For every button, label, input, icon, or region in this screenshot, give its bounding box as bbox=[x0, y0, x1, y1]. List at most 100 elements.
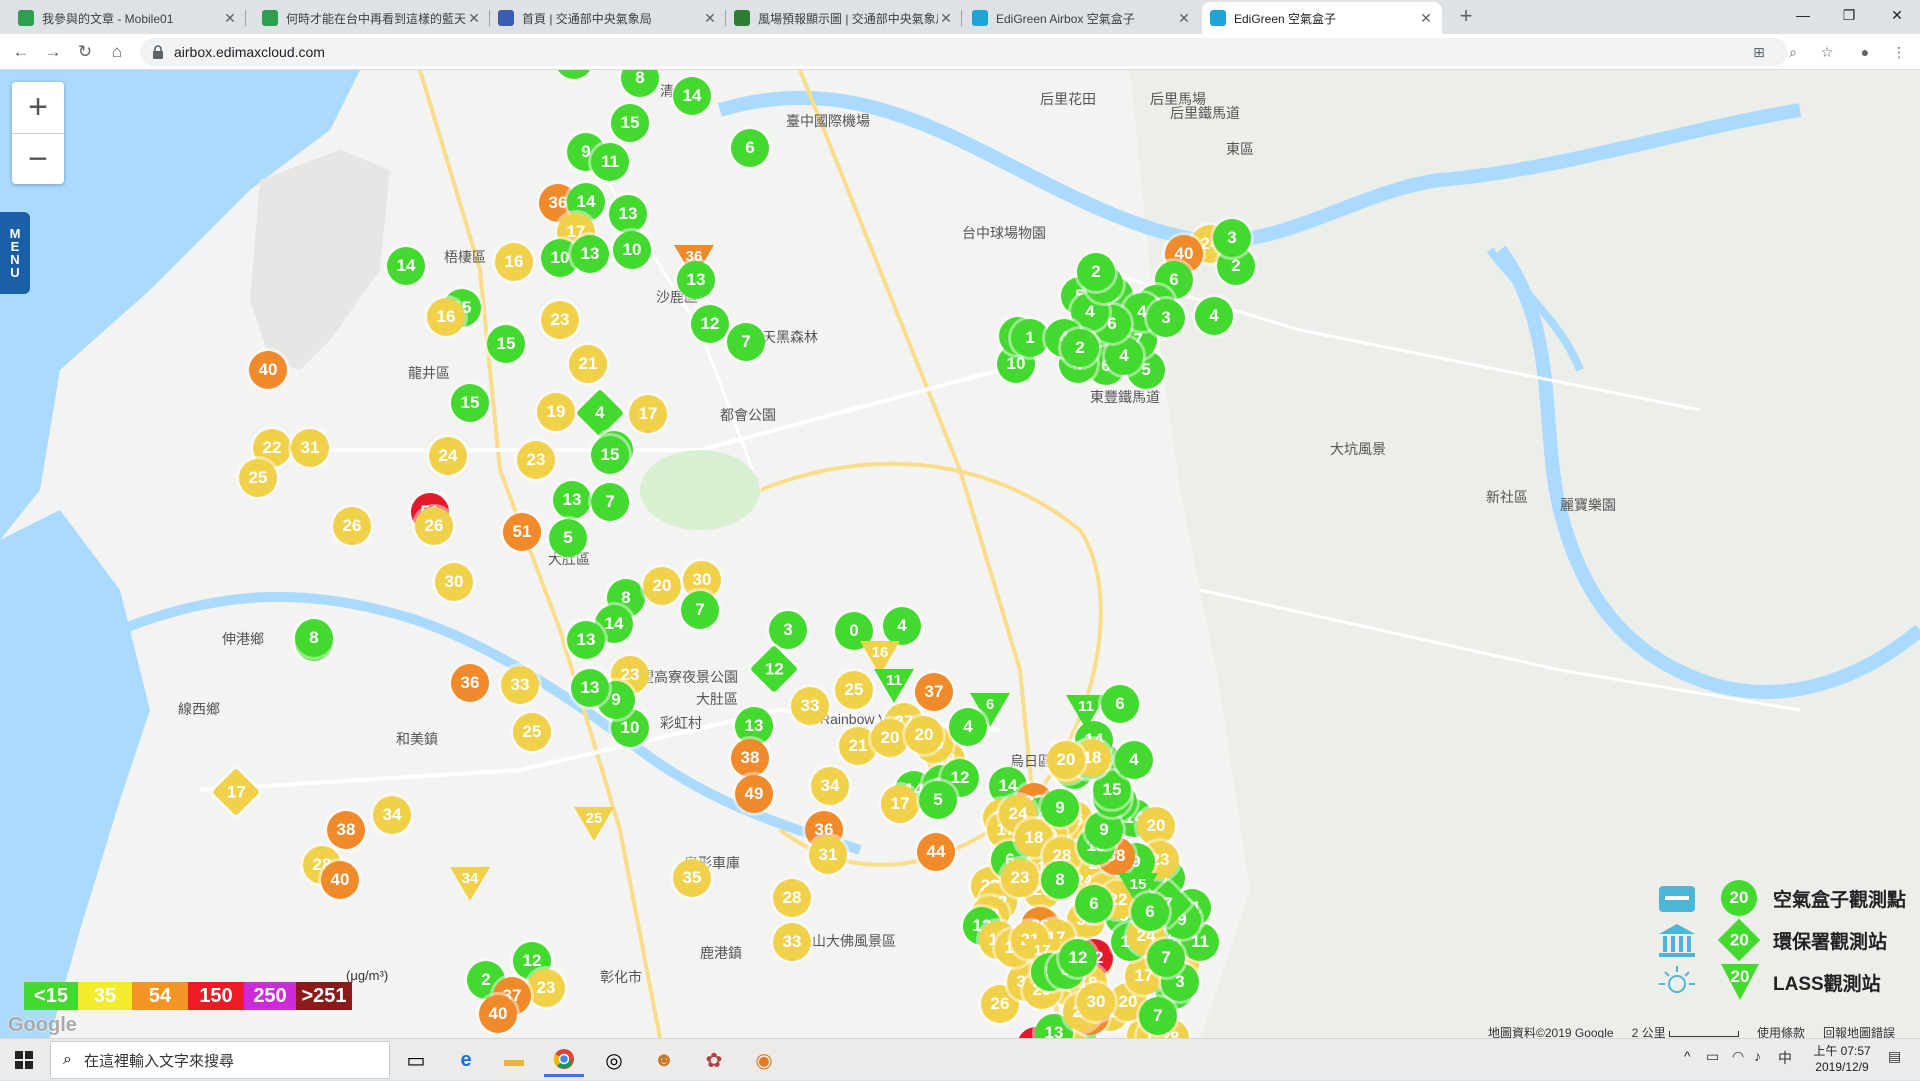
airbox-marker[interactable]: 13 bbox=[567, 621, 605, 659]
volume-icon[interactable]: ♪ bbox=[1754, 1048, 1761, 1064]
reload-icon[interactable]: ↻ bbox=[72, 39, 98, 65]
airbox-marker[interactable]: 20 bbox=[871, 719, 909, 757]
airbox-marker[interactable]: 6 bbox=[1075, 885, 1113, 923]
airbox-marker[interactable]: 9 bbox=[1041, 789, 1079, 827]
airbox-marker[interactable]: 13 bbox=[571, 235, 609, 273]
airbox-marker[interactable]: 20 bbox=[643, 567, 681, 605]
airbox-marker[interactable]: 7 bbox=[1139, 997, 1177, 1035]
airbox-marker[interactable]: 4 bbox=[1195, 297, 1233, 335]
airbox-marker[interactable]: 7 bbox=[727, 323, 765, 361]
airbox-marker[interactable]: 15 bbox=[611, 104, 649, 142]
network-icon[interactable]: ◠ bbox=[1732, 1048, 1744, 1065]
window-minimize-button[interactable]: — bbox=[1780, 0, 1826, 30]
tab-close-icon[interactable]: ✕ bbox=[466, 10, 482, 27]
back-arrow-icon[interactable]: ← bbox=[8, 39, 34, 65]
airbox-marker[interactable]: 5 bbox=[919, 781, 957, 819]
chrome-icon[interactable] bbox=[544, 1043, 584, 1077]
airbox-marker[interactable]: 7 bbox=[591, 483, 629, 521]
airbox-marker[interactable]: 26 bbox=[415, 507, 453, 545]
airbox-marker[interactable]: 8 bbox=[295, 619, 333, 657]
taskbar-search[interactable]: ⌕ 在這裡輸入文字來搜尋 bbox=[50, 1041, 390, 1079]
airbox-marker[interactable]: 38 bbox=[327, 811, 365, 849]
edge-browser-icon[interactable]: e bbox=[446, 1043, 486, 1077]
airbox-marker[interactable]: 40 bbox=[321, 861, 359, 899]
airbox-marker[interactable]: 14 bbox=[673, 77, 711, 115]
airbox-marker[interactable]: 20 bbox=[1137, 807, 1175, 845]
airbox-marker[interactable]: 25 bbox=[513, 713, 551, 751]
airbox-marker[interactable]: 23 bbox=[517, 441, 555, 479]
airbox-marker[interactable]: 40 bbox=[479, 995, 517, 1033]
zoom-magnifier-icon[interactable]: ⌕ bbox=[1780, 39, 1806, 65]
terms-link[interactable]: 使用條款 bbox=[1757, 1024, 1805, 1038]
airbox-marker[interactable]: 8 bbox=[1041, 861, 1079, 899]
browser-tab[interactable]: EdiGreen Airbox 空氣盒子 ✕ bbox=[964, 2, 1200, 34]
airbox-marker[interactable]: 30 bbox=[1077, 983, 1115, 1021]
airbox-marker[interactable]: 13 bbox=[571, 669, 609, 707]
airbox-marker[interactable]: 19 bbox=[537, 393, 575, 431]
airbox-marker[interactable]: 15 bbox=[487, 325, 525, 363]
airbox-marker[interactable]: 31 bbox=[809, 836, 847, 874]
home-icon[interactable]: ⌂ bbox=[104, 39, 130, 65]
airbox-marker[interactable]: 15 bbox=[451, 384, 489, 422]
airbox-marker[interactable]: 51 bbox=[503, 513, 541, 551]
ime-indicator[interactable]: 中 bbox=[1778, 1048, 1792, 1068]
airbox-marker[interactable]: 2 bbox=[1061, 329, 1099, 367]
browser-tab[interactable]: 風場預報顯示圖 | 交通部中央氣象局 ✕ bbox=[726, 2, 962, 34]
airbox-marker[interactable]: 31 bbox=[291, 429, 329, 467]
airbox-marker[interactable]: 49 bbox=[735, 775, 773, 813]
airbox-marker[interactable]: 7 bbox=[681, 591, 719, 629]
browser-menu-icon[interactable]: ⋮ bbox=[1886, 39, 1912, 65]
airbox-marker[interactable]: 20 bbox=[1047, 741, 1085, 779]
airbox-marker[interactable]: 20 bbox=[905, 716, 943, 754]
airbox-marker[interactable]: 26 bbox=[333, 507, 371, 545]
airbox-marker[interactable]: 23 bbox=[527, 969, 565, 1007]
task-view-icon[interactable]: ▭ bbox=[396, 1043, 436, 1077]
airbox-marker[interactable]: 4 bbox=[883, 607, 921, 645]
airbox-marker[interactable]: 1 bbox=[1011, 319, 1049, 357]
airbox-marker[interactable]: 35 bbox=[673, 859, 711, 897]
file-explorer-icon[interactable]: ▬ bbox=[494, 1043, 534, 1077]
browser-tab[interactable]: 何時才能在台中再看到這樣的藍天 ✕ bbox=[254, 2, 490, 34]
window-close-button[interactable]: ✕ bbox=[1874, 0, 1920, 30]
airbox-marker[interactable]: 4 bbox=[1115, 741, 1153, 779]
airbox-marker[interactable]: 3 bbox=[1147, 299, 1185, 337]
airbox-marker[interactable]: 10 bbox=[613, 231, 651, 269]
system-clock[interactable]: 上午 07:57 2019/12/9 bbox=[1802, 1043, 1882, 1075]
airbox-marker[interactable]: 3 bbox=[1213, 219, 1251, 257]
notification-icon[interactable]: ▤ bbox=[1888, 1048, 1901, 1065]
app-icon-compass[interactable]: ◎ bbox=[594, 1043, 634, 1077]
airbox-marker[interactable]: 33 bbox=[773, 923, 811, 961]
airbox-marker[interactable]: 3 bbox=[769, 611, 807, 649]
airbox-marker[interactable]: 12 bbox=[691, 305, 729, 343]
airbox-marker[interactable]: 34 bbox=[373, 796, 411, 834]
battery-icon[interactable]: ▭ bbox=[1706, 1048, 1719, 1065]
airbox-marker[interactable]: 25 bbox=[835, 671, 873, 709]
zoom-in-button[interactable]: + bbox=[12, 82, 64, 133]
report-error-link[interactable]: 回報地圖錯誤 bbox=[1823, 1024, 1895, 1038]
airbox-marker[interactable]: 40 bbox=[249, 351, 287, 389]
tab-close-icon[interactable]: ✕ bbox=[222, 10, 238, 27]
airbox-marker[interactable]: 16 bbox=[495, 243, 533, 281]
address-bar[interactable]: airbox.edimaxcloud.com bbox=[140, 38, 1788, 66]
menu-button[interactable]: M E N U bbox=[0, 212, 30, 294]
airbox-marker[interactable]: 13 bbox=[553, 481, 591, 519]
airbox-marker[interactable]: 37 bbox=[915, 673, 953, 711]
air-quality-map[interactable]: 清水區梧棲區沙鹿區龍井區大肚區大肚區烏日區彰化市新社區后里花田后里馬場后里鐵馬道… bbox=[0, 70, 1920, 1038]
airbox-marker[interactable]: 33 bbox=[501, 666, 539, 704]
tab-close-icon[interactable]: ✕ bbox=[702, 10, 718, 27]
airbox-marker[interactable]: 33 bbox=[791, 687, 829, 725]
airbox-marker[interactable]: 30 bbox=[435, 563, 473, 601]
airbox-marker[interactable]: 11 bbox=[591, 143, 629, 181]
airbox-marker[interactable]: 13 bbox=[677, 261, 715, 299]
airbox-marker[interactable]: 44 bbox=[917, 833, 955, 871]
airbox-marker[interactable]: 14 bbox=[387, 247, 425, 285]
app-icon-tools[interactable]: ✿ bbox=[694, 1043, 734, 1077]
airbox-marker[interactable]: 34 bbox=[811, 767, 849, 805]
airbox-marker[interactable]: 21 bbox=[569, 345, 607, 383]
browser-tab[interactable]: 首頁 | 交通部中央氣象局 ✕ bbox=[490, 2, 726, 34]
start-button[interactable] bbox=[0, 1039, 48, 1081]
airbox-marker[interactable]: 5 bbox=[549, 519, 587, 557]
airbox-marker[interactable]: 16 bbox=[427, 298, 465, 336]
tab-close-icon[interactable]: ✕ bbox=[1176, 10, 1192, 27]
window-restore-button[interactable]: ❐ bbox=[1826, 0, 1872, 30]
